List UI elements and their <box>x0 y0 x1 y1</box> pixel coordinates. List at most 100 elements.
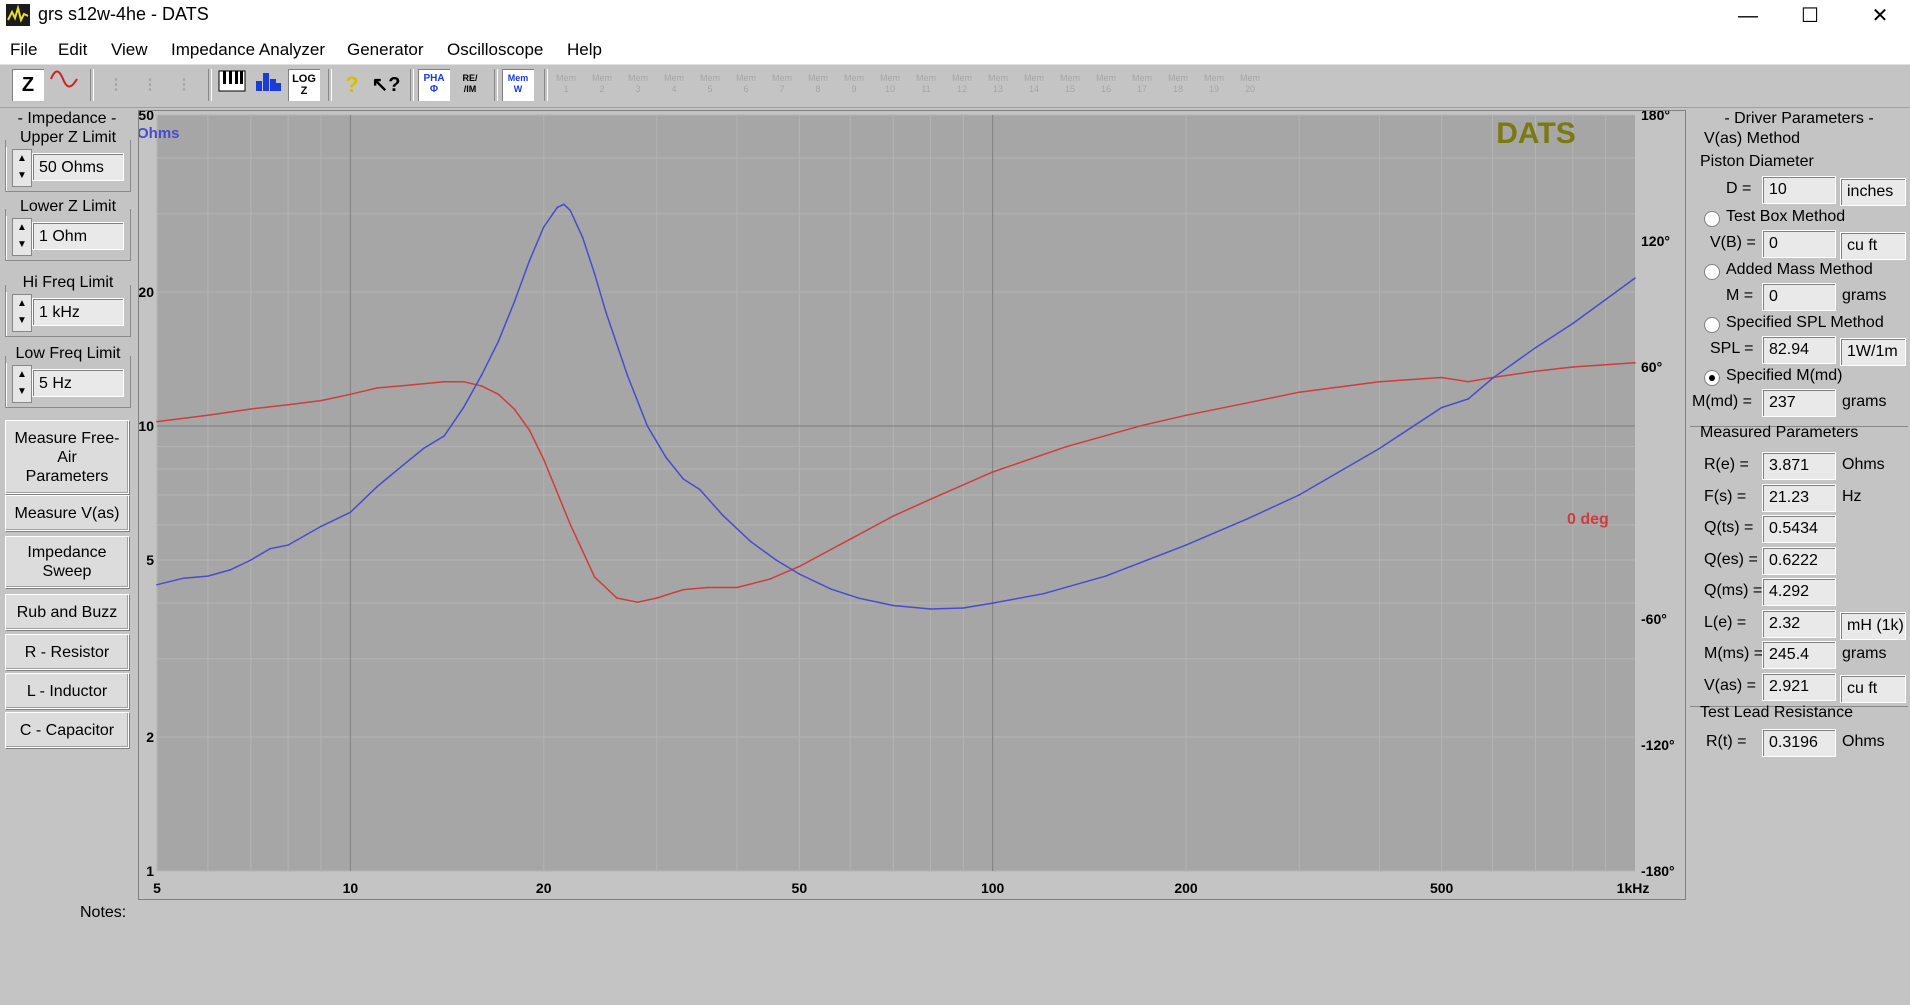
toolbar: Z ⋮ ⋮ ⋮ LOG Z ? ↖? PHA Φ RE//IM Mem W Mem 1… <box>0 65 1910 108</box>
added-mass-label: Added Mass Method <box>1726 261 1873 278</box>
phase-point <box>1440 376 1443 379</box>
d-label: D = <box>1726 180 1752 197</box>
impedance-point <box>1185 544 1187 546</box>
impedance-chart[interactable]: 5 10 20 50 100 200 500 1kHz 1 2 5 10 20 50 180° 120° 6… <box>139 111 1685 899</box>
memory-slot-button[interactable]: Mem 18 <box>1165 73 1191 99</box>
menu-help[interactable]: Help <box>567 40 602 60</box>
maximize-button[interactable]: ☐ <box>1782 0 1838 34</box>
low-freq-field[interactable]: 5 Hz <box>32 369 124 397</box>
minimize-button[interactable]: — <box>1720 0 1776 34</box>
impedance-point <box>376 486 378 488</box>
memory-slot-button[interactable]: Mem 12 <box>949 73 975 99</box>
real-imaginary-icon[interactable]: RE//IM <box>454 69 486 101</box>
measured-param-value: 2.921 <box>1762 672 1836 701</box>
menu-file[interactable]: File <box>10 40 37 60</box>
impedance-point <box>593 272 596 275</box>
test-box-radio[interactable] <box>1704 211 1720 227</box>
memory-slot-button[interactable]: Mem 19 <box>1201 73 1227 99</box>
measure-free-air-button[interactable]: Measure Free-Air Parameters <box>5 420 129 494</box>
impedance-mode-button[interactable]: Z <box>12 69 44 101</box>
spl-field[interactable]: 82.94 <box>1762 336 1836 364</box>
memory-slot-button[interactable]: Mem 8 <box>805 73 831 99</box>
d-unit-select[interactable]: inches <box>1840 178 1906 206</box>
memory-slot-button[interactable]: Mem 11 <box>913 73 939 99</box>
m-unit: grams <box>1842 287 1887 304</box>
x-tick-label: 10 <box>343 880 359 896</box>
memory-slot-button[interactable]: Mem 6 <box>733 73 759 99</box>
hi-freq-field[interactable]: 1 kHz <box>32 298 124 326</box>
memory-slot-button[interactable]: Mem 9 <box>841 73 867 99</box>
memory-slot-button[interactable]: Mem 10 <box>877 73 903 99</box>
rub-and-buzz-button[interactable]: Rub and Buzz <box>5 594 129 630</box>
menu-generator[interactable]: Generator <box>347 40 424 60</box>
impedance-header: - Impedance - <box>17 110 117 127</box>
impedance-point <box>269 547 271 550</box>
inductor-button[interactable]: L - Inductor <box>5 673 129 709</box>
vb-field[interactable]: 0 <box>1762 230 1836 258</box>
capacitor-button[interactable]: C - Capacitor <box>5 712 129 748</box>
memory-slot-button[interactable]: Mem 2 <box>589 73 615 99</box>
log-scale-icon[interactable]: LOG Z <box>288 69 320 101</box>
close-button[interactable]: ✕ <box>1852 0 1908 34</box>
specified-mmd-radio[interactable] <box>1704 370 1720 386</box>
right-channel-icon[interactable]: ⋮ <box>134 69 166 101</box>
phase-point <box>422 383 425 385</box>
measure-vas-button[interactable]: Measure V(as) <box>5 495 129 531</box>
memory-write-icon[interactable]: Mem W <box>502 69 534 101</box>
impedance-sweep-button[interactable]: Impedance Sweep <box>5 536 129 588</box>
measured-param-value: 3.871 <box>1762 452 1836 480</box>
specified-spl-radio[interactable] <box>1704 317 1720 333</box>
memory-slot-button[interactable]: Mem 4 <box>661 73 687 99</box>
memory-slot-button[interactable]: Mem 20 <box>1237 73 1263 99</box>
memory-slot-button[interactable]: Mem 13 <box>985 73 1011 99</box>
measured-param-unit[interactable]: mH (1k) <box>1840 611 1906 640</box>
memory-slot-button[interactable]: Mem 15 <box>1057 73 1083 99</box>
mmd-field[interactable]: 237 <box>1762 389 1836 417</box>
generator-wave-icon[interactable] <box>48 69 80 101</box>
impedance-point <box>182 577 185 580</box>
left-channel-icon[interactable]: ⋮ <box>100 69 132 101</box>
impedance-point <box>1378 447 1381 450</box>
spl-unit-select[interactable]: 1W/1m <box>1840 338 1906 366</box>
menu-impedance-analyzer[interactable]: Impedance Analyzer <box>171 40 325 60</box>
memory-slot-button[interactable]: Mem 1 <box>553 73 579 99</box>
resistor-button[interactable]: R - Resistor <box>5 634 129 670</box>
bar-graph-icon[interactable] <box>252 69 284 101</box>
memory-slot-button[interactable]: Mem 16 <box>1093 73 1119 99</box>
measured-param-unit[interactable]: cu ft <box>1840 674 1906 703</box>
phase-point <box>1634 362 1636 364</box>
memory-slot-button[interactable]: Mem 3 <box>625 73 651 99</box>
help-icon[interactable]: ? <box>336 69 368 101</box>
menu-oscilloscope[interactable]: Oscilloscope <box>447 40 543 60</box>
memory-slot-button[interactable]: Mem 5 <box>697 73 723 99</box>
lower-z-field[interactable]: 1 Ohm <box>32 222 124 250</box>
impedance-point <box>962 607 965 609</box>
low-freq-spinner[interactable]: ▲ ▼ <box>12 365 32 403</box>
memory-slot-button[interactable]: Mem 17 <box>1129 73 1155 99</box>
upper-z-field[interactable]: 50 Ohms <box>32 153 124 181</box>
impedance-point <box>207 575 209 577</box>
menu-edit[interactable]: Edit <box>58 40 87 60</box>
plot-area[interactable] <box>157 115 1635 871</box>
menu-view[interactable]: View <box>111 40 148 60</box>
rt-field[interactable]: 0.3196 <box>1762 729 1836 757</box>
y-right-label: 0 deg <box>1567 511 1609 528</box>
spl-label: SPL = <box>1710 340 1754 357</box>
upper-z-spinner[interactable]: ▲ ▼ <box>12 149 32 187</box>
vb-unit-select[interactable]: cu ft <box>1840 232 1906 260</box>
keyboard-icon[interactable] <box>216 69 248 101</box>
impedance-point <box>605 311 607 314</box>
added-mass-radio[interactable] <box>1704 264 1720 280</box>
hi-freq-spinner[interactable]: ▲ ▼ <box>12 294 32 332</box>
context-help-icon[interactable]: ↖? <box>370 69 402 101</box>
memory-slot-button[interactable]: Mem 7 <box>769 73 795 99</box>
impedance-point <box>581 236 584 239</box>
memory-slot-button[interactable]: Mem 14 <box>1021 73 1047 99</box>
d-field[interactable]: 10 <box>1762 176 1836 204</box>
phase-icon[interactable]: PHA Φ <box>418 69 450 101</box>
x-tick-label: 20 <box>536 880 552 896</box>
lower-z-spinner[interactable]: ▲ ▼ <box>12 218 32 256</box>
phase-point <box>892 515 894 517</box>
stereo-channel-icon[interactable]: ⋮ <box>168 69 200 101</box>
m-field[interactable]: 0 <box>1762 283 1836 311</box>
